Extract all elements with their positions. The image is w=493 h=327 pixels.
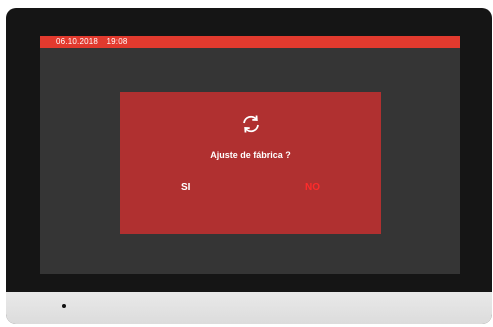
time-text: 19:08	[106, 37, 128, 46]
status-bar: 06.10.2018 19:08	[40, 36, 460, 48]
factory-reset-dialog: Ajuste de fábrica ? SI NO	[120, 92, 381, 234]
no-button[interactable]: NO	[305, 182, 320, 193]
indicator-led	[62, 304, 66, 308]
device-frame: 06.10.2018 19:08 Ajuste de fábrica ? SI …	[6, 8, 492, 324]
display-screen: 06.10.2018 19:08 Ajuste de fábrica ? SI …	[40, 36, 460, 274]
yes-button[interactable]: SI	[181, 182, 190, 193]
refresh-icon	[243, 115, 259, 133]
bottom-bezel	[6, 292, 492, 324]
dialog-title: Ajuste de fábrica ?	[210, 150, 291, 160]
date-text: 06.10.2018	[56, 37, 99, 46]
